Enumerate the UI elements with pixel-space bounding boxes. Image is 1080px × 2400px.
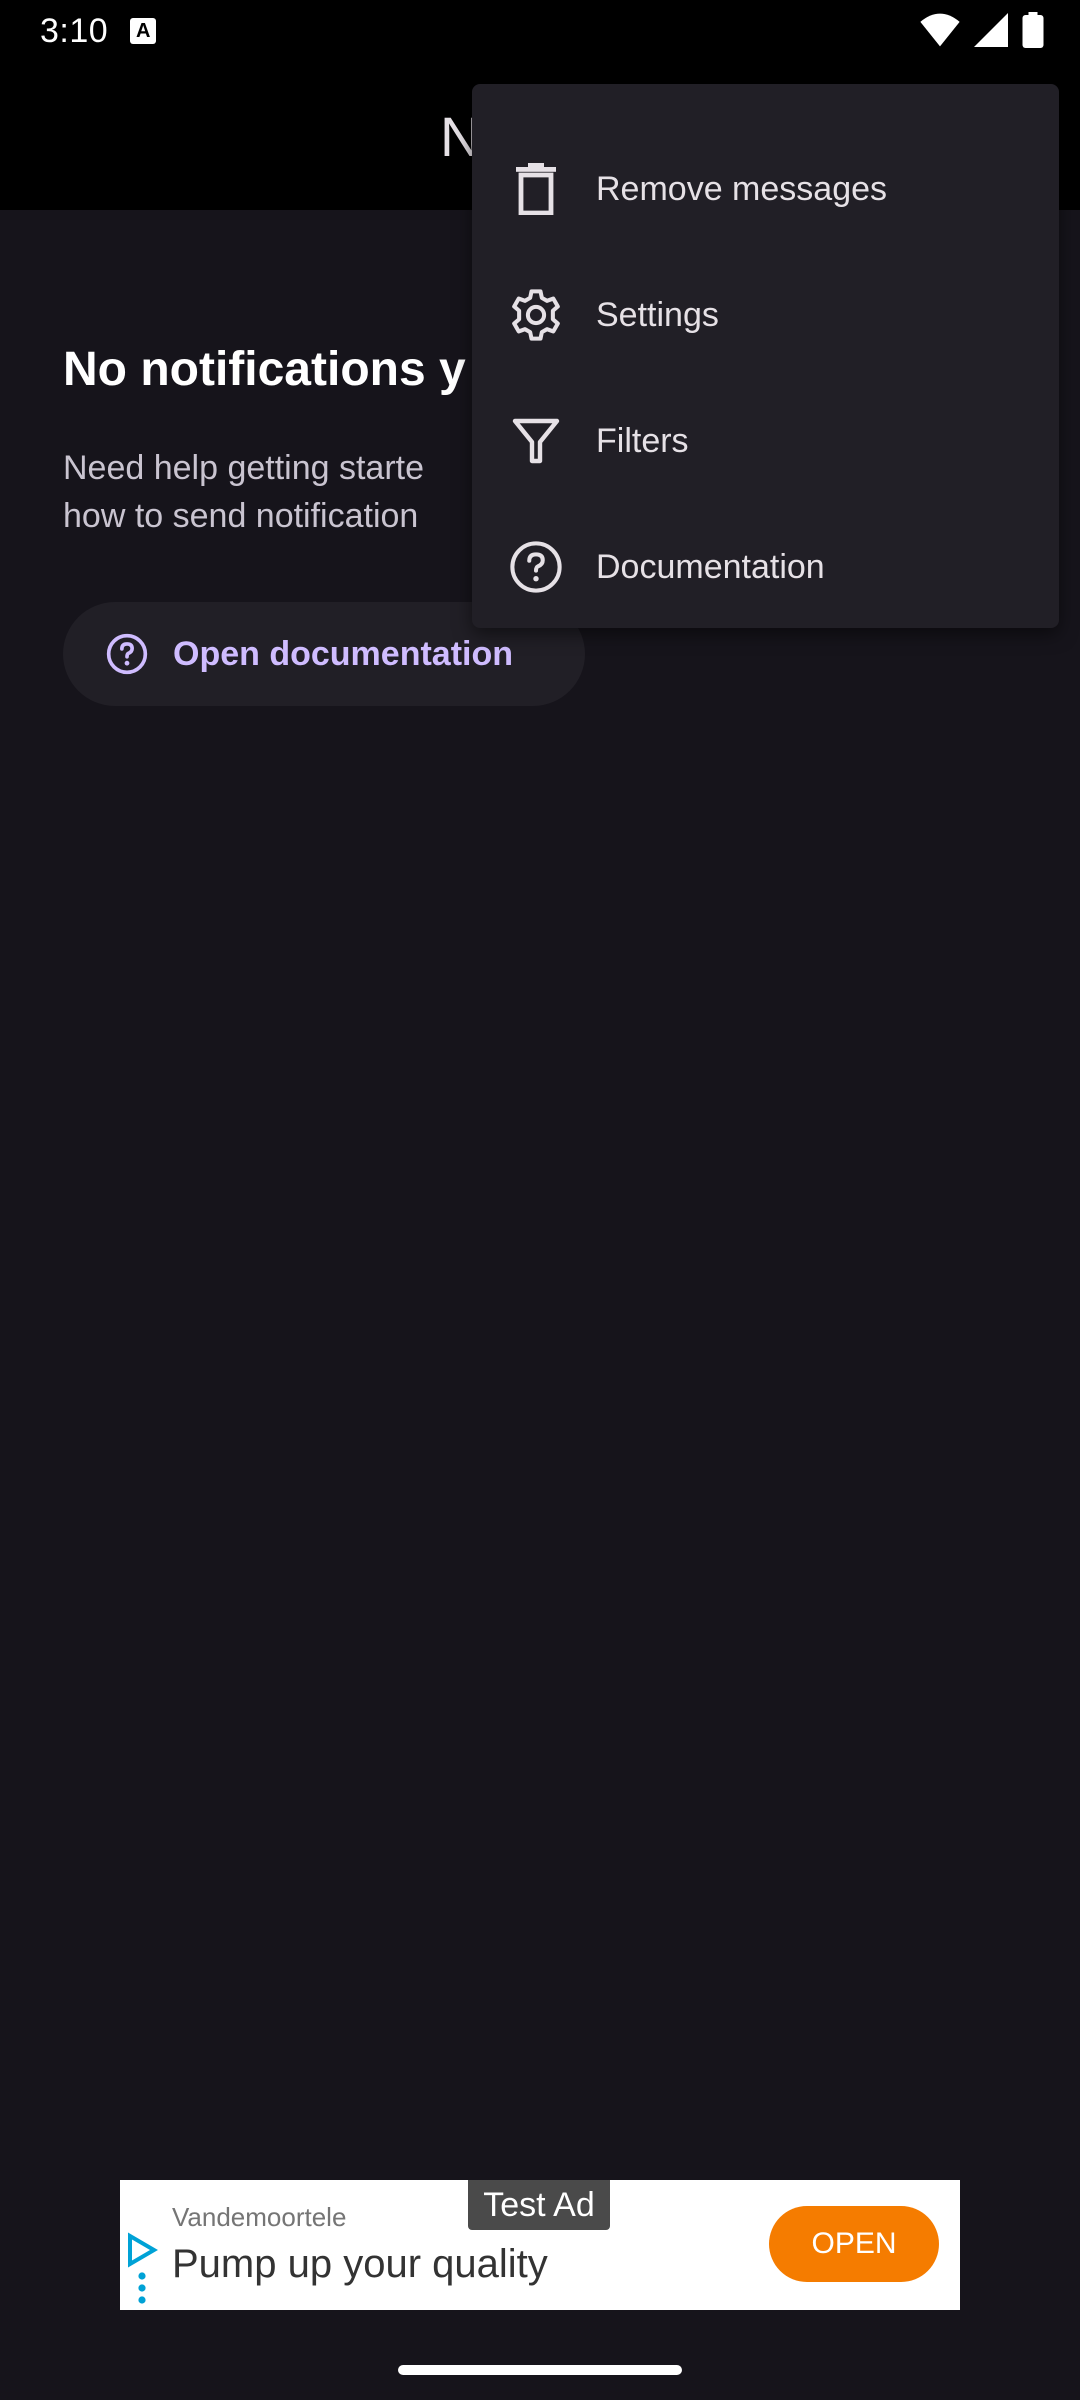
- menu-item-label: Remove messages: [596, 169, 888, 208]
- gesture-nav-handle[interactable]: [398, 2365, 682, 2375]
- menu-item-label: Filters: [596, 421, 689, 460]
- empty-state-title: No notifications y: [63, 343, 466, 396]
- status-icons: [920, 12, 1044, 48]
- ad-advertiser: Vandemoortele: [172, 2202, 347, 2232]
- gear-icon: [508, 287, 564, 343]
- signal-icon: [974, 13, 1008, 47]
- menu-item-settings[interactable]: Settings: [472, 252, 1059, 378]
- wifi-icon: [920, 13, 960, 47]
- help-icon: [106, 633, 148, 675]
- menu-item-remove-messages[interactable]: Remove messages: [472, 126, 1059, 252]
- menu-item-label: Documentation: [596, 547, 825, 586]
- test-ad-badge: Test Ad: [468, 2180, 610, 2230]
- overflow-menu: Remove messages Settings Filters Documen…: [472, 84, 1059, 628]
- ad-open-button[interactable]: OPEN: [769, 2206, 939, 2282]
- open-documentation-label: Open documentation: [173, 634, 513, 673]
- menu-item-filters[interactable]: Filters: [472, 378, 1059, 504]
- battery-icon: [1022, 12, 1044, 48]
- help-icon: [508, 539, 564, 595]
- ad-headline: Pump up your quality: [172, 2242, 548, 2286]
- notification-a-icon: A: [130, 18, 157, 44]
- filter-icon: [508, 413, 564, 469]
- status-time: 3:10: [40, 11, 109, 50]
- status-bar: 3:10 A: [0, 0, 1080, 62]
- menu-item-documentation[interactable]: Documentation: [472, 504, 1059, 630]
- ad-banner[interactable]: Test Ad Vandemoortele Pump up your quali…: [120, 2180, 960, 2310]
- ad-choices-icon[interactable]: [126, 2232, 158, 2309]
- menu-item-label: Settings: [596, 295, 719, 334]
- trash-icon: [508, 161, 564, 217]
